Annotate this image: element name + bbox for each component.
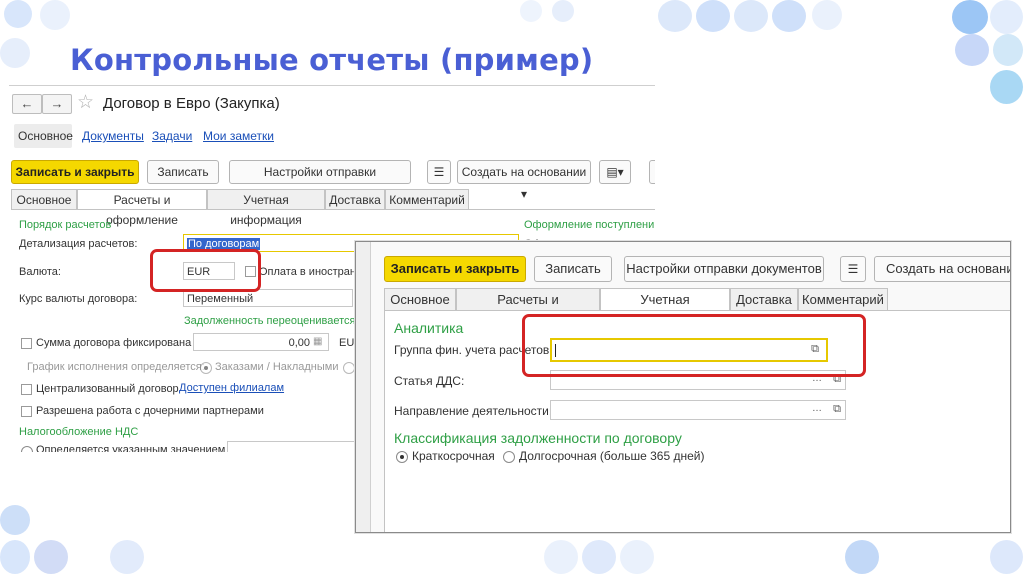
receipt-group: Оформление поступлений и (524, 219, 655, 231)
tab-accounting[interactable]: Учетная информация (600, 288, 730, 329)
create-based-button[interactable]: Создать на основании (874, 256, 1010, 282)
tab-settlements[interactable]: Расчеты и оформление (77, 189, 207, 227)
schedule-radio[interactable] (200, 362, 212, 374)
tab-delivery[interactable]: Доставка (325, 189, 385, 210)
tab-main[interactable]: Основное (384, 288, 456, 311)
slide-title: Контрольные отчеты (пример) (70, 43, 594, 77)
save-close-button[interactable]: Записать и закрыть (384, 256, 526, 282)
tab-main[interactable]: Основное (11, 189, 77, 210)
save-button[interactable]: Записать (534, 256, 612, 282)
revalue-note: Задолженность переоценивается (184, 315, 356, 327)
highlight-currency (150, 249, 261, 292)
save-button[interactable]: Записать (147, 160, 219, 184)
create-based-button[interactable]: Создать на основании ▾ (457, 160, 591, 201)
schedule-label: График исполнения определяется: (27, 361, 205, 373)
report-list-icon[interactable]: ☰ (427, 160, 451, 184)
tab-comment[interactable]: Комментарий (385, 189, 469, 210)
classif-group: Классификация задолженности по договору (394, 430, 682, 446)
settlement-order-group: Порядок расчетов (19, 219, 112, 231)
schedule-option: Заказами / Накладными (215, 361, 339, 373)
subsidiary-label: Разрешена работа с дочерними партнерами (36, 405, 264, 417)
direction-label: Направление деятельности: (394, 404, 553, 418)
foreign-pay-label: Оплата в иностранн (259, 266, 363, 278)
section-tasks[interactable]: Задачи (152, 129, 192, 143)
dds-label: Статья ДДС: (394, 374, 465, 388)
tab-delivery[interactable]: Доставка (730, 288, 798, 311)
branches-link[interactable]: Доступен филиалам (179, 382, 284, 394)
star-icon[interactable]: ☆ (77, 91, 94, 114)
fixed-sum-label: Сумма договора фиксирована (36, 337, 192, 349)
forward-icon[interactable]: → (42, 94, 72, 114)
centralized-checkbox[interactable] (21, 384, 32, 395)
short-term-radio[interactable] (396, 451, 408, 463)
document-title: Договор в Евро (Закупка) (103, 95, 280, 112)
section-documents[interactable]: Документы (82, 129, 144, 143)
tab-comment[interactable]: Комментарий (798, 288, 888, 311)
more-button[interactable] (649, 160, 655, 184)
subsidiary-checkbox[interactable] (21, 406, 32, 417)
vat-field[interactable] (227, 441, 367, 452)
long-term-radio[interactable] (503, 451, 515, 463)
save-close-button[interactable]: Записать и закрыть (11, 160, 139, 184)
analytics-group: Аналитика (394, 320, 464, 336)
detail-label: Детализация расчетов: (19, 238, 138, 250)
create-based-label: Создать на основании (461, 165, 587, 179)
fixed-sum-field[interactable]: 0,00 (193, 333, 329, 351)
send-settings-button[interactable]: Настройки отправки документов (624, 256, 824, 282)
vat-option: Определяется указанным значением (36, 444, 226, 452)
open-icon[interactable]: ⧉ (830, 403, 844, 416)
tab-settlements[interactable]: Расчеты и оформление (456, 288, 600, 329)
section-main[interactable]: Основное (18, 129, 73, 143)
accounting-info-window: Записать и закрыть Записать Настройки от… (355, 241, 1011, 533)
vat-radio[interactable] (21, 446, 33, 452)
fixed-sum-checkbox[interactable] (21, 338, 32, 349)
currency-label: Валюта: (19, 266, 61, 278)
tab-accounting[interactable]: Учетная информация (207, 189, 325, 227)
rate-label: Курс валюты договора: (19, 293, 138, 305)
highlight-fin-group (522, 314, 866, 377)
calculator-icon[interactable]: ▦ (313, 336, 322, 347)
centralized-label: Централизованный договор (36, 383, 179, 395)
short-term-label: Краткосрочная (412, 449, 495, 463)
send-settings-button[interactable]: Настройки отправки документов (229, 160, 411, 201)
long-term-label: Долгосрочная (больше 365 дней) (519, 449, 705, 463)
schedule-radio-2[interactable] (343, 362, 355, 374)
direction-field[interactable] (550, 400, 846, 420)
print-menu-icon[interactable]: ▤▾ (599, 160, 631, 184)
report-list-icon[interactable]: ☰ (840, 256, 866, 282)
vat-group: Налогообложение НДС (19, 426, 139, 438)
select-icon[interactable]: … (810, 403, 824, 414)
back-icon[interactable]: ← (12, 94, 42, 114)
section-notes[interactable]: Мои заметки (203, 129, 274, 143)
